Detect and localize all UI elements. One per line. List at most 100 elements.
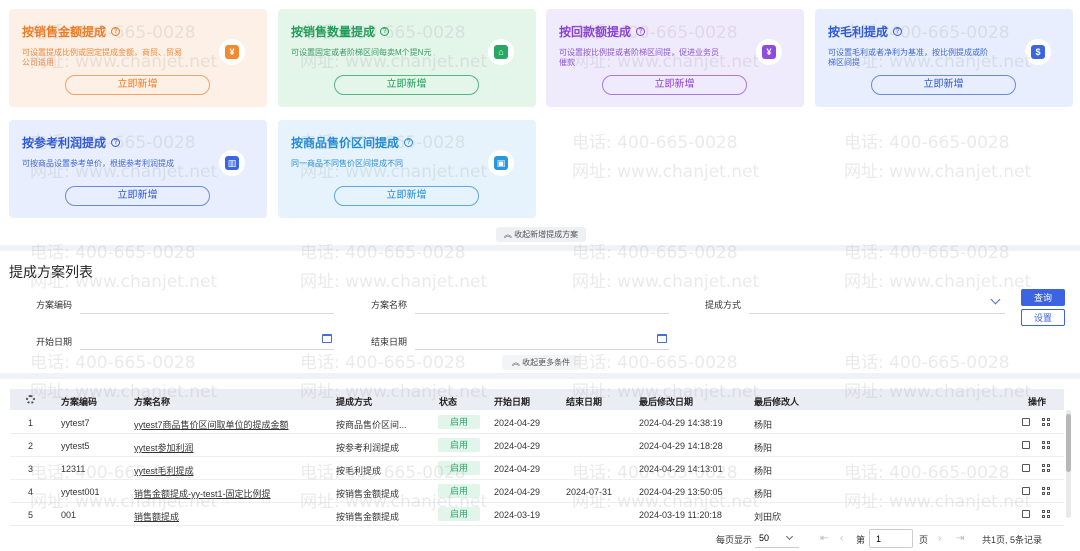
vertical-scrollbar[interactable]: [1066, 410, 1071, 518]
cell-end: 2024-07-31: [566, 487, 613, 497]
col-end[interactable]: 结束日期: [566, 395, 602, 408]
add-sales-amount-button[interactable]: 立即新增: [65, 75, 210, 95]
card-desc: 可设置提成比例或固定提成金额，商贸、贸易公司适用: [22, 48, 182, 67]
help-icon[interactable]: ?: [636, 27, 646, 36]
card-sales-amount: 按销售金额提成? 可设置提成比例或固定提成金额，商贸、贸易公司适用 ¥ 立即新增: [9, 9, 267, 107]
col-modified[interactable]: 最后修改日期: [639, 395, 693, 408]
more-actions-icon[interactable]: [1042, 441, 1050, 449]
card-title: 按毛利提成?: [828, 23, 1061, 40]
watermark-site: 网址: www.chanjet.net: [300, 272, 488, 292]
table-row[interactable]: 3 12311 yytest毛利提成 按毛利提成 2024-04-29 2024-04-2…: [10, 457, 1064, 480]
edit-icon[interactable]: [1022, 418, 1030, 426]
next-page-icon[interactable]: ›: [938, 533, 941, 544]
table-row[interactable]: 1 yytest7 yytest7商品售价区间取单位的提成金额 按商品售价区间... 2…: [10, 411, 1064, 434]
table-row[interactable]: 5 001 销售额提成 按销售金额提成 2024-03-19 2024-03-19 11:…: [10, 503, 1064, 526]
col-status[interactable]: 状态: [439, 395, 457, 408]
edit-icon[interactable]: [1022, 510, 1030, 518]
chevron-up-icon: ︽: [503, 230, 512, 239]
collapse-more-conditions-button[interactable]: ︽ 收起更多条件: [502, 355, 580, 370]
help-icon[interactable]: ?: [111, 138, 121, 147]
help-icon[interactable]: ?: [893, 27, 903, 36]
edit-icon[interactable]: [1022, 441, 1030, 449]
cell-modifier: 刘田欣: [754, 512, 782, 522]
cell-name[interactable]: 销售金额提成-yy-test1-固定比例提: [134, 487, 271, 500]
end-date-input[interactable]: [415, 332, 669, 350]
cell-method: 按毛利提成: [336, 466, 382, 476]
name-input[interactable]: [415, 296, 669, 314]
status-badge: 启用: [438, 415, 480, 429]
commission-plan-cards: 按销售金额提成? 可设置提成比例或固定提成金额，商贸、贸易公司适用 ¥ 立即新增…: [0, 0, 1080, 244]
add-gross-profit-button[interactable]: 立即新增: [871, 75, 1016, 95]
start-date-input[interactable]: [80, 332, 334, 350]
collapse-new-plans-button[interactable]: ︽ 收起新增提成方案: [496, 227, 586, 242]
code-input[interactable]: [80, 296, 334, 314]
cell-start: 2024-03-19: [494, 510, 541, 520]
settings-button[interactable]: 设置: [1021, 309, 1065, 326]
pagination: 每页显示 ⇤ ‹ 第 页 › ⇥ 共1页, 5条记录: [0, 528, 1080, 550]
method-select[interactable]: [749, 296, 1005, 314]
watermark-phone: 电话: 400-665-0028: [300, 353, 466, 373]
calendar-icon[interactable]: [322, 334, 332, 343]
watermark-phone: 电话: 400-665-0028: [572, 353, 738, 373]
card-price-range: 按商品售价区间提成? 同一商品不同售价区间提成不同 ▣ 立即新增: [278, 120, 536, 218]
cell-index: 2: [28, 441, 34, 451]
scrollbar-thumb[interactable]: [1066, 414, 1071, 472]
cell-name[interactable]: yytest参加利润: [134, 441, 194, 454]
watermark-phone: 电话: 400-665-0028: [844, 353, 1010, 373]
col-code[interactable]: 方案编码: [61, 395, 97, 408]
cell-modifier: 杨阳: [754, 466, 773, 476]
help-icon[interactable]: ?: [404, 138, 414, 147]
help-icon[interactable]: ?: [111, 27, 121, 36]
cell-start: 2024-04-29: [494, 464, 541, 474]
col-modifier[interactable]: 最后修改人: [754, 395, 799, 408]
col-start[interactable]: 开始日期: [494, 395, 530, 408]
cell-modified: 2024-04-29 13:50:05: [639, 487, 723, 497]
cell-modifier: 杨阳: [754, 443, 773, 453]
last-page-icon[interactable]: ⇥: [956, 533, 964, 544]
more-actions-icon[interactable]: [1042, 510, 1050, 518]
cell-name[interactable]: 销售额提成: [134, 510, 179, 523]
add-sales-quantity-button[interactable]: 立即新增: [334, 75, 479, 95]
status-badge: 启用: [438, 484, 480, 498]
prev-page-icon[interactable]: ‹: [840, 533, 843, 544]
more-actions-icon[interactable]: [1042, 487, 1050, 495]
page-prefix: 第: [856, 535, 866, 545]
cell-code: yytest5: [61, 441, 90, 451]
table-header: 方案编码 方案名称 提成方式 状态 开始日期 结束日期 最后修改日期 最后修改人…: [10, 389, 1064, 410]
edit-icon[interactable]: [1022, 464, 1030, 472]
col-name[interactable]: 方案名称: [134, 395, 170, 408]
card-reference-profit: 按参考利润提成? 可按商品设置参考单价，根据参考利润提成 ▥ 立即新增: [9, 120, 267, 218]
col-actions: 操作: [1028, 397, 1047, 407]
cell-code: 001: [61, 510, 77, 520]
status-badge: 启用: [438, 438, 480, 452]
cell-name[interactable]: yytest7商品售价区间取单位的提成金额: [134, 418, 289, 431]
table-row[interactable]: 4 yytest001 销售金额提成-yy-test1-固定比例提 按销售金额提成 20…: [10, 480, 1064, 503]
card-desc: 同一商品不同售价区间提成不同: [291, 159, 403, 168]
cell-start: 2024-04-29: [494, 418, 541, 428]
cell-modifier: 杨阳: [754, 420, 773, 430]
calendar-icon[interactable]: [657, 334, 667, 343]
more-actions-icon[interactable]: [1042, 464, 1050, 472]
cell-name[interactable]: yytest毛利提成: [134, 464, 194, 477]
edit-icon[interactable]: [1022, 487, 1030, 495]
record-summary: 共1页, 5条记录: [982, 535, 1043, 545]
card-title: 按销售数量提成?: [291, 23, 524, 40]
page-input[interactable]: [869, 529, 913, 548]
column-settings-icon[interactable]: [26, 395, 35, 404]
watermark-site: 网址: www.chanjet.net: [572, 272, 760, 292]
chart-icon: ▥: [219, 150, 245, 176]
box-arrow-icon: ⌂: [488, 39, 514, 65]
card-desc: 可设置按比例提或者阶梯区间提，促进业务员催款: [559, 48, 719, 67]
cell-code: yytest7: [61, 418, 90, 428]
per-page-select[interactable]: [755, 529, 799, 548]
more-actions-icon[interactable]: [1042, 418, 1050, 426]
add-price-range-button[interactable]: 立即新增: [334, 186, 479, 206]
first-page-icon[interactable]: ⇤: [820, 533, 828, 544]
col-method[interactable]: 提成方式: [336, 395, 372, 408]
add-reference-profit-button[interactable]: 立即新增: [65, 186, 210, 206]
help-icon[interactable]: ?: [380, 27, 390, 36]
table-row[interactable]: 2 yytest5 yytest参加利润 按参考利润提成 2024-04-29 2024-…: [10, 434, 1064, 457]
add-payment-amount-button[interactable]: 立即新增: [602, 75, 747, 95]
query-button[interactable]: 查询: [1021, 289, 1065, 306]
cell-method: 按参考利润提成: [336, 443, 400, 453]
